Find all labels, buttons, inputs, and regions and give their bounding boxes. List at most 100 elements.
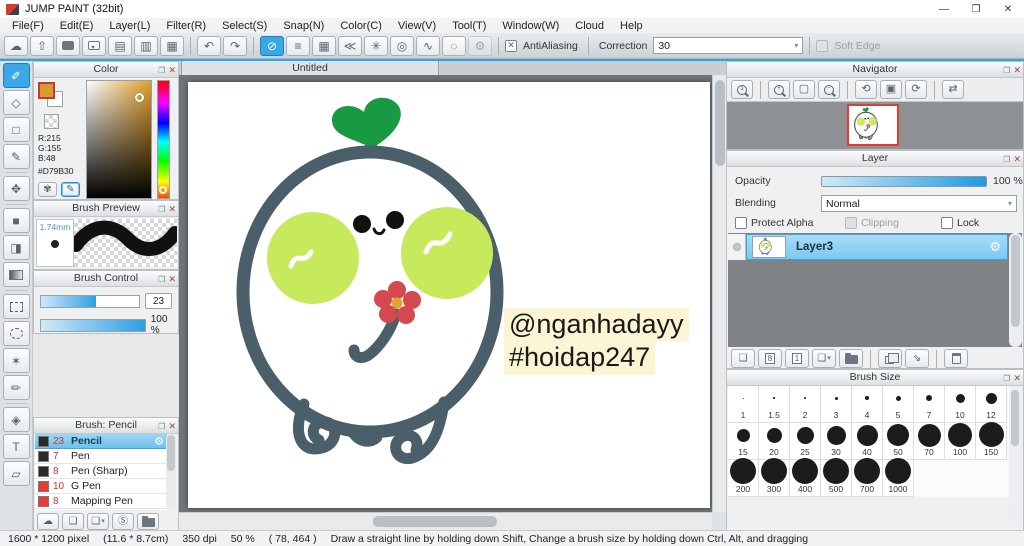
layer-settings-gear-icon[interactable]: ⚙	[989, 239, 1001, 255]
snap-off-icon[interactable]: ⊘	[260, 35, 284, 56]
canvas-region[interactable]: @nganhadayy #hoidap247	[179, 75, 712, 512]
canvas-horizontal-scrollbar[interactable]	[179, 512, 712, 530]
redo-icon[interactable]: ↷	[223, 35, 247, 56]
brush-size-cell-15[interactable]: 15	[728, 423, 759, 460]
script-brush-button[interactable]: Ⓢ	[112, 513, 134, 530]
popout-icon[interactable]: ❐	[1003, 152, 1010, 167]
select-eraser-tool[interactable]: ◈	[2, 407, 30, 432]
close-button[interactable]: ✕	[992, 0, 1024, 18]
material-icon[interactable]: ▦	[160, 35, 184, 56]
brush-item-pencil[interactable]: 23 Pencil ⚙	[35, 434, 167, 449]
brush-size-cell-3[interactable]: 3	[821, 386, 852, 423]
menu-item-file[interactable]: File(F)	[4, 20, 52, 32]
cloud-icon[interactable]: ☁	[4, 35, 28, 56]
add-layer-button[interactable]: ❏	[731, 349, 755, 368]
snap-cross-icon[interactable]: ✳	[364, 35, 388, 56]
delete-layer-button[interactable]	[944, 349, 968, 368]
popout-icon[interactable]: ❐	[158, 202, 165, 217]
sv-picker-handle[interactable]	[135, 93, 144, 102]
vscroll-thumb[interactable]	[715, 80, 725, 166]
close-icon[interactable]: ✕	[168, 202, 176, 217]
brush-size-cell-1[interactable]: 1	[728, 386, 759, 423]
brush-size-cell-12[interactable]: 12	[976, 386, 1007, 423]
close-icon[interactable]: ✕	[1013, 63, 1021, 78]
correction-dropdown[interactable]: 30 ▾	[653, 37, 804, 54]
popout-icon[interactable]: ❐	[158, 63, 165, 78]
menu-item-select[interactable]: Select(S)	[214, 20, 275, 32]
document-icon[interactable]: ▤	[108, 35, 132, 56]
brush-size-cell-500[interactable]: 500	[821, 458, 852, 497]
layer-visibility-toggle[interactable]	[728, 234, 746, 260]
popout-icon[interactable]: ❐	[1003, 63, 1010, 78]
menu-item-edit[interactable]: Edit(E)	[52, 20, 102, 32]
brush-size-cell-700[interactable]: 700	[852, 458, 883, 497]
snap-parallel-icon[interactable]: ≡	[286, 35, 310, 56]
brush-size-cell-150[interactable]: 150	[976, 422, 1007, 460]
blending-dropdown[interactable]: Normal ▾	[821, 195, 1017, 212]
reset-rotation-icon[interactable]: ▣	[880, 80, 902, 99]
brush-tool[interactable]: ✐	[2, 63, 30, 88]
antialiasing-checkbox[interactable]: ✕	[505, 39, 517, 52]
snap-grid-icon[interactable]: ▦	[312, 35, 336, 56]
menu-item-view[interactable]: View(V)	[390, 20, 444, 32]
restore-button[interactable]: ❐	[960, 0, 992, 18]
protect-alpha-checkbox[interactable]	[735, 217, 747, 229]
popout-icon[interactable]: ❐	[158, 419, 165, 434]
brush-size-cell-2[interactable]: 2	[790, 386, 821, 423]
snap-curve-icon[interactable]: ∿	[416, 35, 440, 56]
add-layer-menu-button[interactable]: ❏ ▾	[812, 349, 836, 368]
menu-item-snap[interactable]: Snap(N)	[275, 20, 332, 32]
foreground-swatch[interactable]	[38, 82, 55, 99]
document-tab[interactable]: Untitled	[181, 60, 439, 75]
zoom-out-icon[interactable]: −	[818, 80, 840, 99]
control-point-tool[interactable]: ✎	[2, 144, 30, 169]
transparent-swatch[interactable]	[44, 114, 59, 129]
brush-size-cell-25[interactable]: 25	[790, 423, 821, 460]
palette-icon[interactable]: ✾	[38, 182, 57, 197]
chat-icon[interactable]	[56, 35, 80, 56]
snap-radial-icon[interactable]: ◌	[442, 35, 466, 56]
shape-brush-tool[interactable]: □	[2, 117, 30, 142]
zoom-100-icon[interactable]: 1	[731, 80, 753, 99]
shape-select-tool[interactable]: ▱	[2, 461, 30, 486]
layout-icon[interactable]: ▥	[134, 35, 158, 56]
menu-item-window[interactable]: Window(W)	[494, 20, 567, 32]
brush-size-cell-300[interactable]: 300	[759, 458, 790, 497]
save-brush-button[interactable]: ❏ ▾	[87, 513, 109, 530]
close-icon[interactable]: ✕	[168, 419, 176, 434]
close-icon[interactable]: ✕	[1013, 371, 1021, 386]
brush-opacity-slider[interactable]	[40, 318, 146, 332]
add-1bit-layer-button[interactable]: 1	[785, 349, 809, 368]
new-brush-button[interactable]: ❏	[62, 513, 84, 530]
brush-size-cell-50[interactable]: 50	[883, 423, 914, 460]
gradient-tool[interactable]	[2, 262, 30, 287]
rotate-cw-icon[interactable]: ⟳	[905, 80, 927, 99]
lock-checkbox[interactable]	[941, 217, 953, 229]
menu-item-filter[interactable]: Filter(R)	[158, 20, 214, 32]
navigator-thumbnail[interactable]	[847, 104, 899, 146]
upload-icon[interactable]: ⇧	[30, 35, 54, 56]
brush-list-scrollbar[interactable]	[166, 434, 176, 510]
snap-settings-icon[interactable]: ⚙	[468, 35, 492, 56]
fill-rect-tool[interactable]: ■	[2, 208, 30, 233]
rotate-ccw-icon[interactable]: ⟲	[855, 80, 877, 99]
brush-settings-gear-icon[interactable]: ⚙	[154, 435, 164, 448]
minimize-button[interactable]: —	[928, 0, 960, 18]
brush-size-cell-70[interactable]: 70	[914, 423, 945, 460]
layer-row[interactable]: Layer3 ⚙	[728, 234, 1008, 260]
brush-size-cell-200[interactable]: 200	[728, 458, 759, 497]
saturation-value-picker[interactable]	[86, 80, 152, 199]
duplicate-layer-button[interactable]	[878, 349, 902, 368]
select-pen-tool[interactable]: ✏	[2, 375, 30, 400]
menu-item-cloud[interactable]: Cloud	[567, 20, 612, 32]
magic-wand-tool[interactable]: ✶	[2, 348, 30, 373]
brush-folder-button[interactable]	[137, 513, 159, 530]
menu-item-tool[interactable]: Tool(T)	[444, 20, 494, 32]
eraser-tool[interactable]: ◇	[2, 90, 30, 115]
brush-size-cell-20[interactable]: 20	[759, 423, 790, 460]
select-rect-tool[interactable]	[2, 294, 30, 319]
palette-edit-icon[interactable]: ✎	[61, 182, 80, 197]
hue-slider-handle[interactable]	[159, 186, 167, 194]
close-icon[interactable]: ✕	[168, 272, 176, 287]
brush-size-cell-1000[interactable]: 1000	[883, 458, 914, 497]
